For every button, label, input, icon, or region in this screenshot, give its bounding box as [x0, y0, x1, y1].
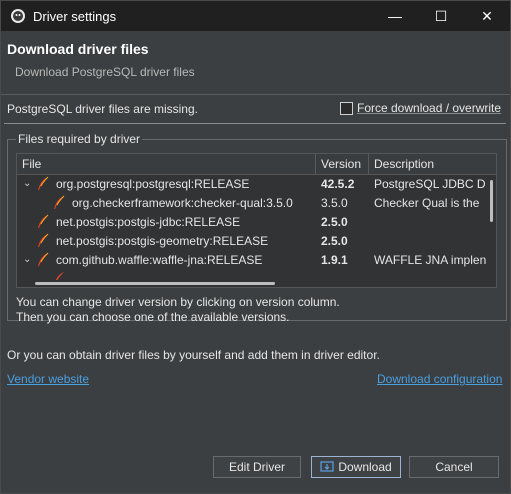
column-divider[interactable] [368, 154, 369, 174]
window-title: Driver settings [33, 8, 117, 24]
edit-driver-label: Edit Driver [228, 460, 285, 474]
file-version[interactable]: 42.5.2 [321, 177, 367, 191]
missing-files-message: PostgreSQL driver files are missing. [7, 102, 198, 116]
column-header-file[interactable]: File [22, 157, 41, 171]
table-row[interactable]: ⌄ org.postgresql:postgresql:RELEASE 42.5… [17, 175, 487, 194]
download-icon [320, 461, 334, 472]
table-row[interactable]: org.checkerframework:checker-qual:3.5.0 … [17, 194, 487, 213]
dbeaver-app-icon [11, 9, 25, 23]
minimize-button[interactable]: — [372, 1, 418, 31]
chevron-down-icon[interactable]: ⌄ [23, 254, 31, 265]
group-legend: Files required by driver [16, 132, 143, 146]
column-header-description[interactable]: Description [374, 157, 434, 171]
dialog-body: PostgreSQL driver files are missing. For… [1, 95, 510, 493]
table-row[interactable]: net.postgis:postgis-jdbc:RELEASE 2.5.0 [17, 213, 487, 232]
maven-feather-icon [38, 233, 49, 247]
obtain-files-hint: Or you can obtain driver files by yourse… [7, 348, 380, 362]
files-table[interactable]: File Version Description ⌄ org.postgresq… [16, 153, 497, 288]
file-description: PostgreSQL JDBC Dr [374, 177, 486, 191]
file-version[interactable]: 2.5.0 [321, 234, 367, 248]
maven-feather-icon [38, 176, 49, 190]
chevron-down-icon[interactable]: ⌄ [23, 178, 31, 189]
separator [4, 123, 506, 124]
version-hint-line-1: You can change driver version by clickin… [16, 295, 340, 309]
file-name: org.postgresql:postgresql:RELEASE [56, 177, 250, 191]
horizontal-scrollbar[interactable] [17, 280, 488, 287]
maven-feather-icon [54, 195, 65, 209]
table-header: File Version Description [17, 154, 496, 175]
table-row[interactable]: net.postgis:postgis-geometry:RELEASE 2.5… [17, 232, 487, 251]
file-name: net.postgis:postgis-jdbc:RELEASE [56, 215, 241, 229]
force-download-checkbox[interactable] [340, 101, 353, 115]
dialog-header: Download driver files Download PostgreSQ… [1, 32, 510, 95]
scrollbar-thumb[interactable] [35, 282, 275, 285]
file-description: WAFFLE JNA implen [374, 253, 486, 267]
force-download-toggle[interactable]: Force download / overwrite [340, 101, 501, 115]
file-version[interactable]: 1.9.1 [321, 253, 367, 267]
file-version[interactable]: 2.5.0 [321, 215, 367, 229]
file-description: Checker Qual is the [374, 196, 480, 210]
dialog-title: Download driver files [7, 41, 149, 57]
version-hint-line-2: Then you can choose one of the available… [16, 310, 290, 324]
download-button[interactable]: Download [311, 456, 401, 478]
maximize-button[interactable]: ☐ [418, 1, 464, 31]
driver-settings-window: Driver settings — ☐ ✕ Download driver fi… [0, 0, 511, 494]
dialog-subtitle: Download PostgreSQL driver files [15, 65, 195, 79]
table-row[interactable]: ⌄ com.github.waffle:waffle-jna:RELEASE 1… [17, 251, 487, 270]
files-required-group: Files required by driver File Version De… [7, 132, 507, 324]
maven-feather-icon [38, 214, 49, 228]
column-divider[interactable] [315, 154, 316, 174]
close-button[interactable]: ✕ [464, 1, 510, 31]
file-version[interactable]: 3.5.0 [321, 196, 367, 210]
window-controls: — ☐ ✕ [372, 1, 510, 31]
edit-driver-button[interactable]: Edit Driver [213, 456, 301, 478]
file-name: com.github.waffle:waffle-jna:RELEASE [56, 253, 263, 267]
table-row[interactable] [17, 270, 487, 280]
cancel-button[interactable]: Cancel [409, 456, 499, 478]
column-header-version[interactable]: Version [321, 157, 361, 171]
download-configuration-link[interactable]: Download configuration [377, 372, 502, 386]
force-download-label[interactable]: Force download / overwrite [357, 101, 501, 115]
file-name: org.checkerframework:checker-qual:3.5.0 [72, 196, 293, 210]
title-bar: Driver settings — ☐ ✕ [1, 1, 510, 31]
download-label: Download [338, 460, 392, 474]
maven-feather-icon [55, 272, 64, 280]
file-name: net.postgis:postgis-geometry:RELEASE [56, 234, 269, 248]
vendor-website-link[interactable]: Vendor website [7, 372, 89, 386]
cancel-label: Cancel [435, 460, 473, 474]
vertical-scrollbar[interactable] [488, 174, 496, 286]
maven-feather-icon [38, 252, 49, 266]
scrollbar-thumb[interactable] [490, 180, 493, 222]
